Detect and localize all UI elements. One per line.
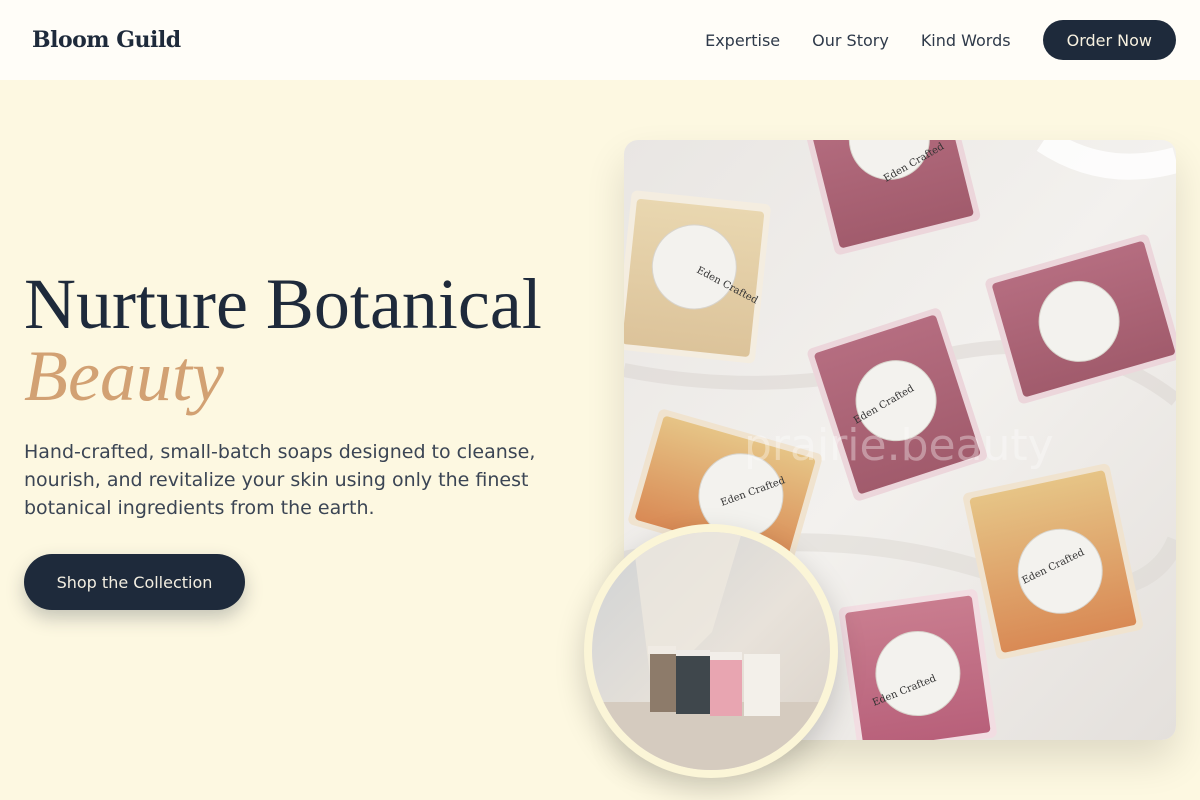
soap-bar-cream bbox=[624, 190, 771, 364]
main-nav: Expertise Our Story Kind Words Order Now bbox=[705, 20, 1176, 60]
image-watermark: prairie.beauty bbox=[744, 420, 1054, 471]
nav-link-kind-words[interactable]: Kind Words bbox=[921, 31, 1011, 50]
hero-title-accent: Beauty bbox=[24, 336, 224, 416]
nav-link-our-story[interactable]: Our Story bbox=[812, 31, 889, 50]
order-now-button[interactable]: Order Now bbox=[1042, 20, 1176, 60]
shop-collection-button[interactable]: Shop the Collection bbox=[24, 554, 245, 610]
hero-title: Nurture Botanical Beauty bbox=[24, 268, 542, 412]
hero-title-main: Nurture Botanical bbox=[24, 264, 542, 344]
brand-logo[interactable]: Bloom Guild bbox=[32, 27, 181, 53]
soap-bar-pink-bottom bbox=[838, 589, 997, 740]
nav-link-expertise[interactable]: Expertise bbox=[705, 31, 780, 50]
soap-stack-image bbox=[584, 524, 838, 778]
site-header: Bloom Guild Expertise Our Story Kind Wor… bbox=[0, 0, 1200, 80]
hero-description: Hand-crafted, small-batch soaps designed… bbox=[24, 441, 536, 519]
